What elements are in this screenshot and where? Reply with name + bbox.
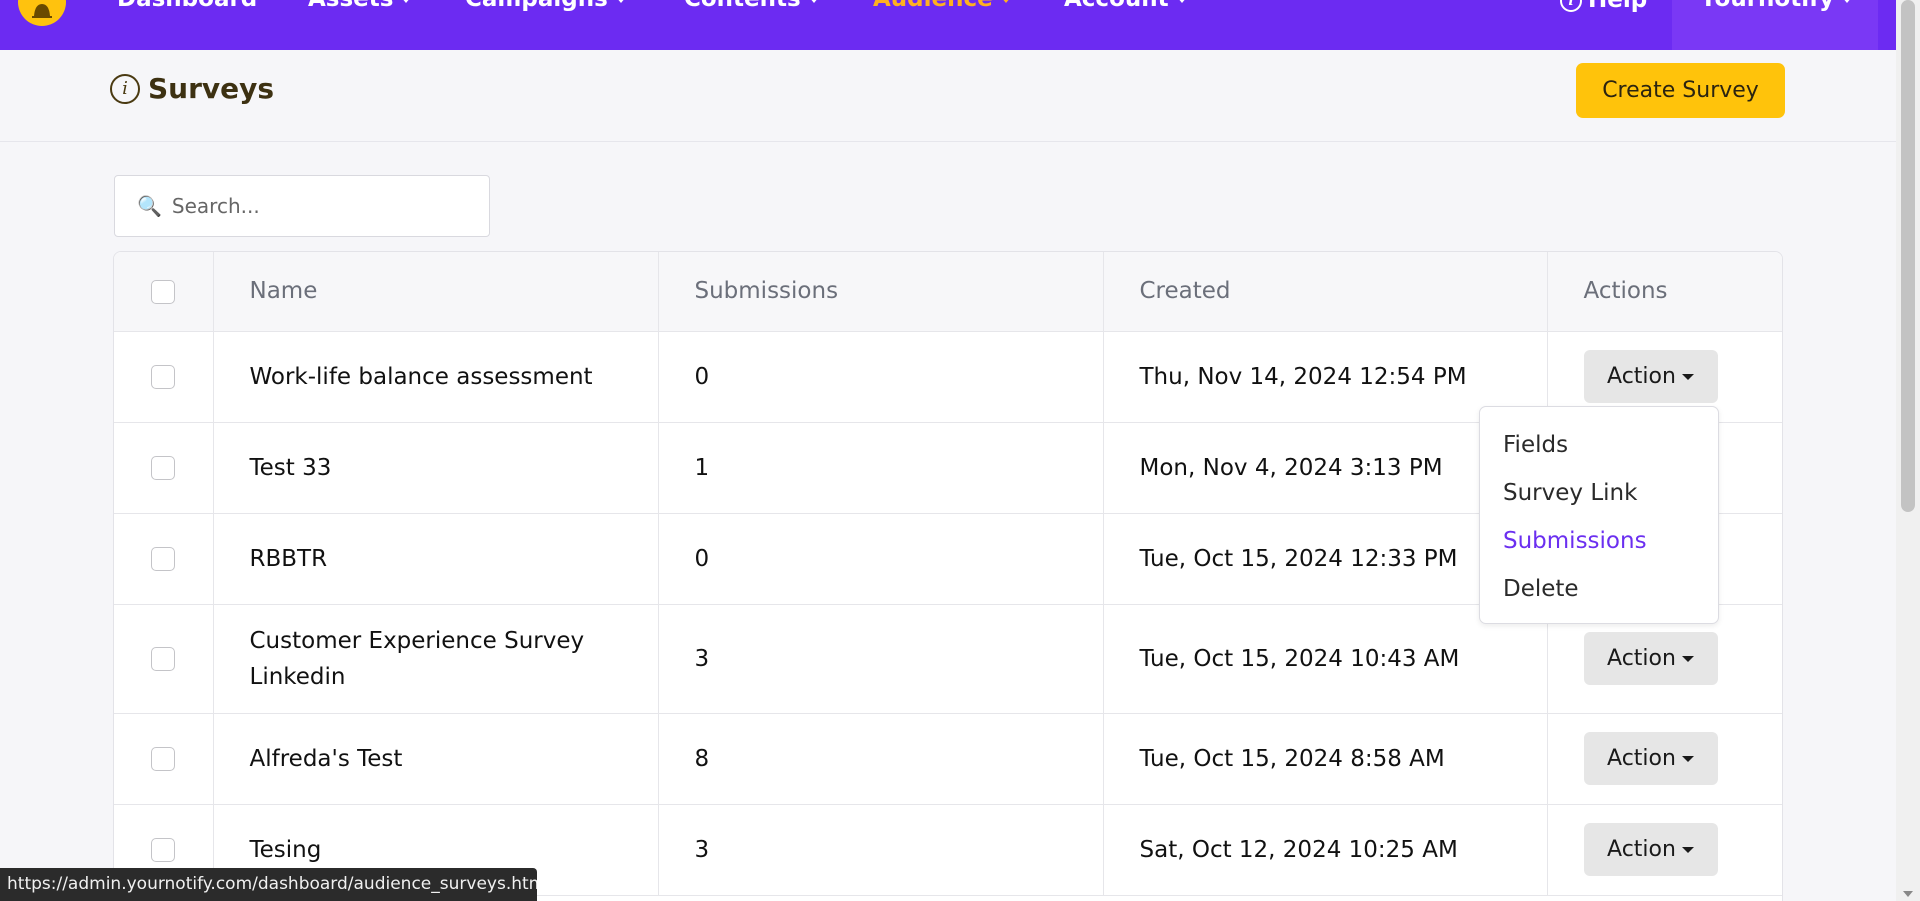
select-all-checkbox[interactable] (151, 279, 176, 304)
nav-assets[interactable]: Assets (308, 0, 412, 14)
actions-cell: Action (1547, 804, 1782, 896)
page-title-group: i Surveys (110, 72, 274, 105)
action-dropdown-button[interactable]: Action (1583, 732, 1718, 785)
row-checkbox[interactable] (151, 365, 176, 389)
top-navbar: Dashboard Assets Campaigns Contents Audi… (0, 0, 1896, 50)
column-header-created[interactable]: Created (1103, 252, 1548, 332)
caret-down-icon (1681, 756, 1694, 762)
row-checkbox[interactable] (151, 647, 176, 671)
page-scrollbar[interactable] (1896, 0, 1920, 901)
action-dropdown-button[interactable]: Action (1583, 823, 1718, 876)
nav-contents-label: Contents (684, 0, 801, 12)
nav-audience-label: Audience (873, 0, 993, 12)
chevron-down-icon (1176, 0, 1187, 3)
account-menu[interactable]: Yournotify (1672, 0, 1878, 50)
actions-cell: Action (1547, 713, 1782, 805)
action-label: Action (1607, 646, 1676, 671)
survey-submissions: 3 (658, 804, 1104, 896)
nav-account-label: Account (1064, 0, 1169, 12)
column-header-submissions[interactable]: Submissions (658, 252, 1104, 332)
caret-down-icon (1681, 374, 1694, 380)
info-icon: i (1560, 0, 1582, 12)
page-title: Surveys (148, 72, 275, 105)
nav-help-label: Help (1588, 0, 1648, 13)
action-label: Action (1607, 364, 1676, 389)
chevron-down-icon (401, 0, 412, 3)
row-check-cell (114, 604, 214, 714)
scrollbar-thumb[interactable] (1901, 0, 1915, 512)
nav-contents[interactable]: Contents (684, 0, 819, 14)
action-label: Action (1607, 837, 1676, 862)
menu-item-fields[interactable]: Fields (1480, 421, 1718, 469)
search-icon: 🔍 (137, 194, 162, 218)
action-dropdown-button[interactable]: Action (1583, 350, 1718, 403)
info-icon[interactable]: i (110, 73, 140, 104)
survey-name: Customer Experience Survey Linkedin (213, 604, 659, 714)
row-checkbox[interactable] (151, 747, 176, 771)
nav-dashboard-label: Dashboard (117, 0, 257, 12)
nav-help[interactable]: i Help (1560, 0, 1647, 14)
row-checkbox[interactable] (151, 838, 176, 862)
row-checkbox[interactable] (151, 456, 176, 480)
survey-submissions: 3 (658, 604, 1104, 714)
chevron-down-icon (615, 0, 626, 3)
row-check-cell (114, 713, 214, 805)
chevron-down-icon (1842, 0, 1853, 3)
account-name-label: Yournotify (1700, 0, 1834, 12)
survey-submissions: 8 (658, 713, 1104, 805)
action-dropdown-menu: Fields Survey Link Submissions Delete (1479, 406, 1719, 624)
row-checkbox[interactable] (151, 547, 176, 571)
row-check-cell (114, 513, 214, 605)
search-input[interactable] (171, 194, 472, 218)
menu-item-delete[interactable]: Delete (1480, 565, 1718, 613)
caret-down-icon (1681, 656, 1694, 662)
survey-name: Alfreda's Test (213, 713, 659, 805)
menu-item-survey-link[interactable]: Survey Link (1480, 469, 1718, 517)
nav-campaigns[interactable]: Campaigns (465, 0, 626, 14)
table-row: Alfreda's Test 8 Tue, Oct 15, 2024 8:58 … (114, 713, 1782, 805)
action-dropdown-button[interactable]: Action (1583, 632, 1718, 685)
nav-dashboard[interactable]: Dashboard (117, 0, 257, 14)
survey-created: Sat, Oct 12, 2024 10:25 AM (1103, 804, 1548, 896)
column-header-name[interactable]: Name (213, 252, 659, 332)
search-box[interactable]: 🔍 (114, 175, 490, 237)
scroll-down-arrow-icon[interactable] (1903, 891, 1913, 897)
row-check-cell (114, 422, 214, 514)
bell-logo-icon[interactable] (18, 0, 66, 26)
action-label: Action (1607, 746, 1676, 771)
survey-name: Work-life balance assessment (213, 331, 659, 423)
chevron-down-icon (1000, 0, 1011, 3)
survey-submissions: 0 (658, 331, 1104, 423)
survey-submissions: 0 (658, 513, 1104, 605)
survey-submissions: 1 (658, 422, 1104, 514)
caret-down-icon (1681, 847, 1694, 853)
page-header: i Surveys Create Survey (0, 50, 1896, 142)
nav-campaigns-label: Campaigns (465, 0, 608, 12)
survey-created: Tue, Oct 15, 2024 8:58 AM (1103, 713, 1548, 805)
row-check-cell (114, 331, 214, 423)
nav-assets-label: Assets (308, 0, 393, 12)
nav-audience[interactable]: Audience (873, 0, 1011, 14)
nav-account[interactable]: Account (1064, 0, 1187, 14)
survey-name: Test 33 (213, 422, 659, 514)
table-header-row: Name Submissions Created Actions (114, 252, 1782, 332)
nav-account-user[interactable]: Yournotify (1700, 0, 1853, 14)
column-header-actions: Actions (1547, 252, 1782, 332)
create-survey-button[interactable]: Create Survey (1576, 63, 1785, 118)
menu-item-submissions[interactable]: Submissions (1480, 517, 1718, 565)
select-all-cell (114, 252, 214, 332)
survey-name: RBBTR (213, 513, 659, 605)
chevron-down-icon (808, 0, 819, 3)
status-bar-url: https://admin.yournotify.com/dashboard/a… (0, 868, 537, 901)
